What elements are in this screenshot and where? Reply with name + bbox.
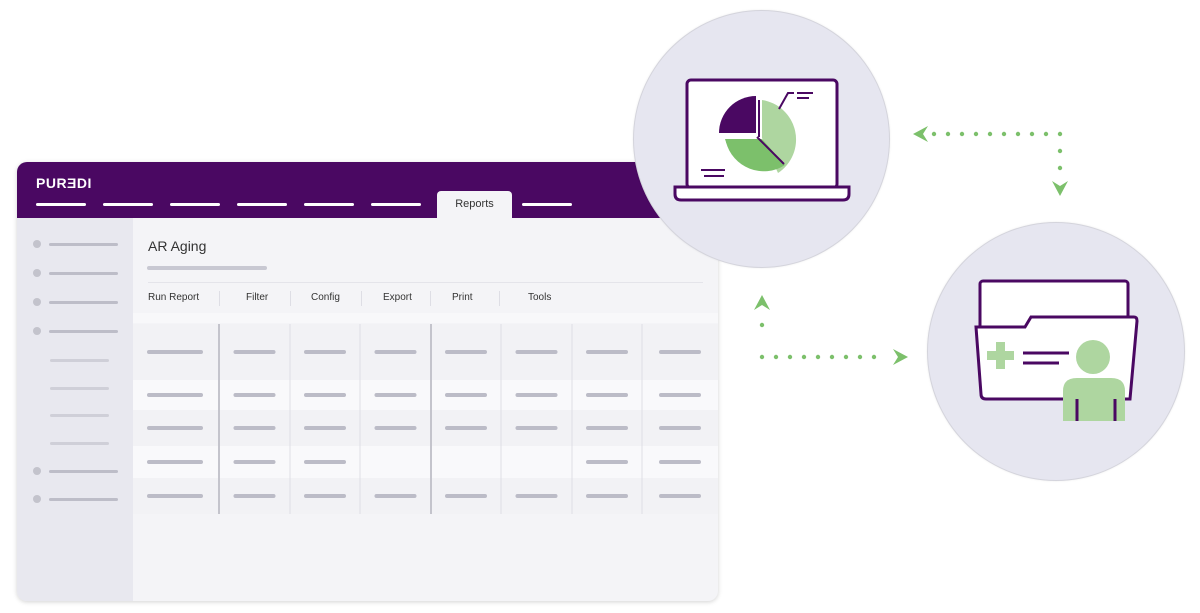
flow-dot <box>987 131 993 137</box>
flow-dot <box>829 354 835 360</box>
flow-dot <box>843 354 849 360</box>
flow-dot <box>1043 131 1049 137</box>
flow-dot <box>931 131 937 137</box>
flow-dot <box>773 354 779 360</box>
flow-dot <box>815 354 821 360</box>
flow-arrows <box>754 126 1068 365</box>
flow-dot <box>1015 131 1021 137</box>
arrow-left-icon <box>913 126 928 142</box>
flow-dot <box>857 354 863 360</box>
arrow-up-icon <box>754 295 770 310</box>
flow-dot <box>871 354 877 360</box>
flow-dot <box>959 131 965 137</box>
arrow-right-icon <box>893 349 908 365</box>
flow-dot <box>801 354 807 360</box>
flow-dot <box>1057 165 1063 171</box>
flow-dot <box>1057 148 1063 154</box>
flow-dot <box>1001 131 1007 137</box>
flow-dot <box>1029 131 1035 137</box>
flow-dot <box>945 131 951 137</box>
flow-dot <box>787 354 793 360</box>
flow-dot <box>759 322 765 328</box>
flow-dot <box>759 354 765 360</box>
flow-dot <box>973 131 979 137</box>
flow-dot <box>1057 131 1063 137</box>
arrow-down-icon <box>1052 181 1068 196</box>
